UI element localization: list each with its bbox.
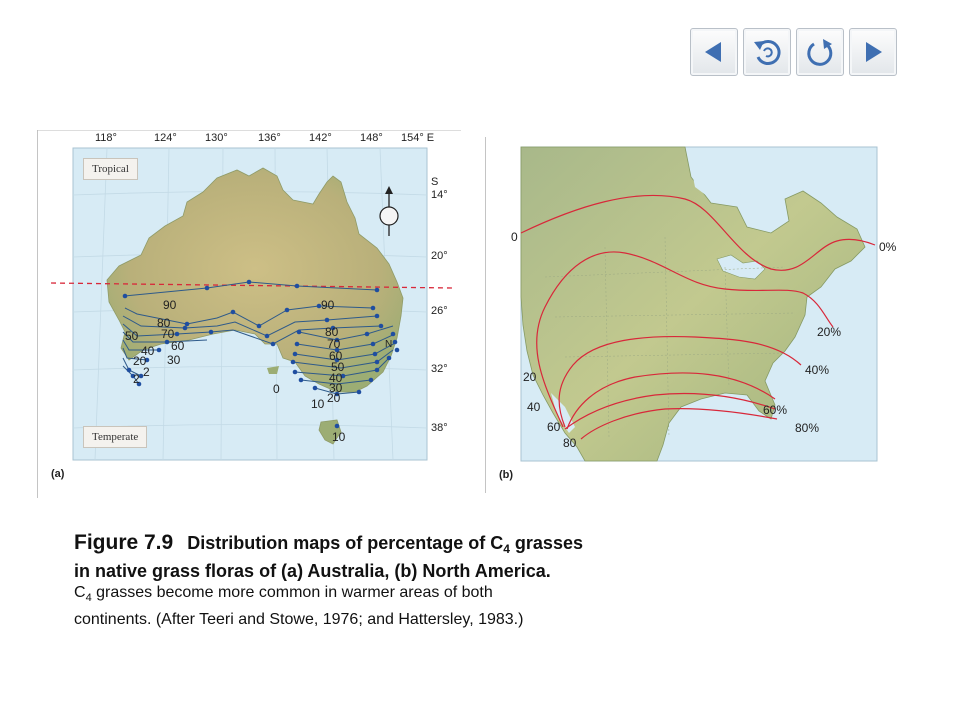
replay-button[interactable] [796,28,844,76]
panel-label-b: (b) [499,469,514,481]
return-icon [754,40,781,65]
isoline-label: 40 [527,400,541,414]
isoline-label: 90 [321,298,335,312]
figure-number: Figure 7.9 [74,531,174,554]
isoline-label: 60 [171,339,185,353]
return-button[interactable] [743,28,791,76]
isoline-label: 10 [332,430,346,444]
triangle-left-icon [705,42,721,62]
compass-letter: N [385,339,393,350]
australia-map-panel: 118° 124° 130° 136° 142° 148° 154° E S 1… [37,130,461,498]
replay-icon [807,39,833,66]
lon-tick: 130° [205,132,228,144]
region-label-tropical: Tropical [83,158,138,180]
caption-title: Distribution maps of percentage of C [187,533,504,553]
lat-tick: 20° [431,250,448,262]
isoline-label: 60 [547,420,561,434]
caption-title-line-1: Figure 7.9 Distribution maps of percentag… [74,532,714,560]
isoline-label: 20 [523,370,537,384]
caption-title-line-2: in native grass floras of (a) Australia,… [74,561,551,582]
isoline-label: 2 [143,365,150,379]
isoline-label: 90 [163,298,177,312]
isoline-label: 0 [273,382,280,396]
isoline-label: 2 [133,372,140,386]
lon-tick: 118° [95,132,117,144]
lon-tick: 148° [360,132,383,144]
lon-tick: 124° [154,132,177,144]
lat-tick: 38° [431,422,448,434]
triangle-right-icon [866,42,882,62]
lat-tick: 26° [431,305,448,317]
lon-tick: 154° E [401,132,435,144]
caption-body-text: grasses become more common in warmer are… [91,584,493,602]
isoline-label: 0 [511,230,518,244]
north-america-map-panel: 0 20 40 60 80 0% 20% 40% 60% 80% (b) [485,137,905,493]
isoline-label: 30 [167,353,181,367]
lon-tick: 142° [309,132,332,144]
region-label-temperate: Temperate [83,426,148,448]
isoline-label: 60% [763,403,788,417]
caption-body-line-2: continents. (After Teeri and Stowe, 1976… [74,611,524,629]
caption-body-start: C [74,584,86,602]
isoline-label: 40% [805,363,830,377]
lon-tick: 136° [258,132,281,144]
isoline-label: 20% [817,325,842,339]
isoline-label: 0% [879,240,897,254]
navigation-bar [690,28,897,76]
lat-tick: S 14° [431,176,448,201]
figure-caption: Figure 7.9 Distribution maps of percentag… [74,532,714,631]
previous-button[interactable] [690,28,738,76]
isoline-label: 80 [563,436,577,450]
north-america-map [485,137,878,493]
isoline-label: 80% [795,421,820,435]
isoline-label: 10 [311,397,325,411]
caption-title-end: grasses [509,533,583,553]
caption-body-line-1: C4 grasses become more common in warmer … [74,582,714,609]
panel-label-a: (a) [51,468,65,480]
isoline-label: 20 [327,391,341,405]
isoline-label: 50 [125,329,139,343]
caption-subscript: 4 [503,542,510,557]
lat-tick: 32° [431,363,448,375]
next-button[interactable] [849,28,897,76]
